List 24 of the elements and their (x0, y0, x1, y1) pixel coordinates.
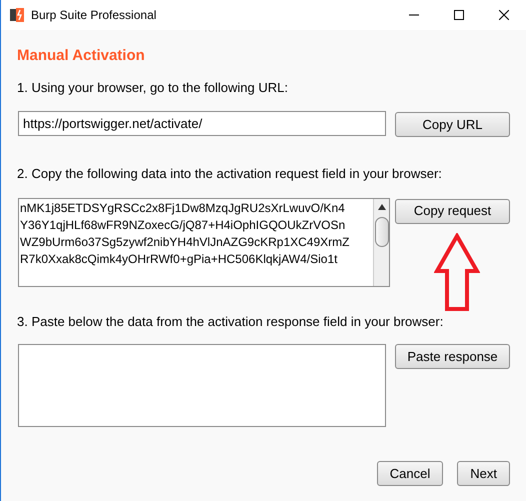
close-icon (498, 10, 508, 20)
step-label: 1. Using your browser, go to the following URL: (17, 78, 289, 97)
response-text-area[interactable] (18, 344, 386, 427)
request-data-line: nMK1j85ETDSYgRSCc2x8Fj1Dw8MzqJgRU2sXrLwuvO/Kn4 (20, 200, 346, 216)
paste-response-button[interactable]: Paste response (395, 344, 510, 369)
minimize-icon (408, 14, 418, 16)
request-data-line: WZ9bUrm6o37Sg5zywf2nibYH4hVlJnAZG9cKRp1XC49XrmZ (20, 234, 350, 250)
scrollbar[interactable] (373, 198, 389, 286)
window-title: Burp Suite Professional (31, 7, 156, 24)
step-label: 2. Copy the following data into the activation request field in your browser: (17, 165, 443, 183)
scroll-thumb[interactable] (374, 216, 388, 246)
url-field[interactable]: https://portswigger.net/activate/ (18, 111, 386, 136)
section-heading: Manual Activation (17, 46, 146, 66)
dialog-button[interactable]: Cancel (376, 461, 444, 486)
step-label: 3. Paste below the data from the activation response field in your browser: (17, 312, 444, 331)
copy-url-button[interactable]: Copy URL (395, 112, 510, 137)
request-data-line: Y36Y1qjHLf68wFR9NZoxecG/jQ87+H4iOphIGQOUkZrVOSn (20, 216, 346, 234)
request-data-line: R7k0Xxak8cQimk4yOHrRWf0+gPia+HC506KlqkjAW4/Sio1t (20, 250, 338, 268)
maximize-icon (454, 10, 464, 20)
dialog-button[interactable]: Next (457, 461, 510, 486)
copy-request-button[interactable]: Copy request (395, 198, 510, 224)
request-text-area[interactable]: nMK1j85ETDSYgRSCc2x8Fj1Dw8MzqJgRU2sXrLwuvO/Kn4 Y36Y1qjHLf68wFR9NZoxecG/jQ87+H4iOphIGQOUkZrVOSn WZ9bUrm6o37Sg5zywf2nibYH4hVlJnAZG9cKRp1XC49XrmZ R7k0Xxak8cQimk4yOHrRWf0+gPia+HC506KlqkjAW4/Sio1t (18, 198, 390, 286)
scroll-up-icon[interactable] (378, 202, 386, 210)
app-logo-icon (9, 7, 25, 23)
